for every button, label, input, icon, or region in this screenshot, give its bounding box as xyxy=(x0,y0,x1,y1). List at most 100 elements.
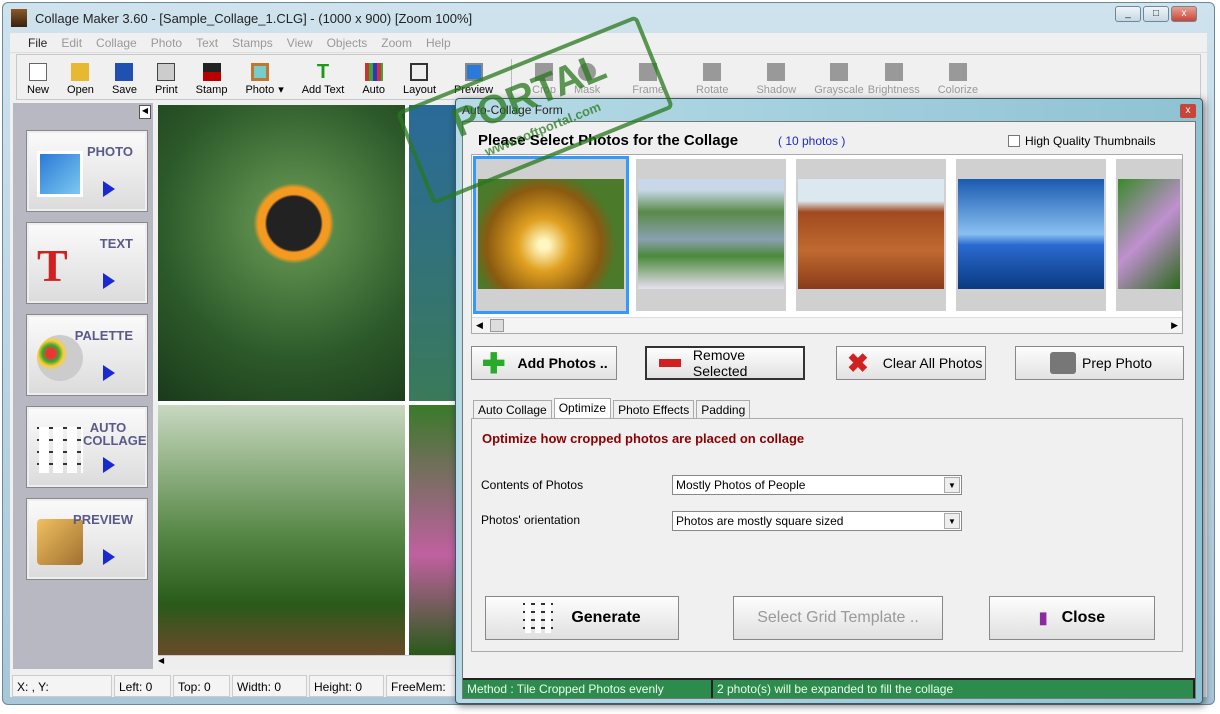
status-height: Height: 0 xyxy=(309,675,384,697)
canvas-horizontal-scrollbar[interactable]: ◀ xyxy=(158,655,458,669)
mask-button[interactable]: Mask xyxy=(574,63,600,99)
brightness-button[interactable]: Brightness xyxy=(868,63,920,99)
folder-icon xyxy=(71,63,90,81)
open-button[interactable]: Open xyxy=(67,63,94,99)
tab-optimize[interactable]: Optimize xyxy=(553,398,612,419)
layout-button[interactable]: Layout xyxy=(403,63,436,99)
floppy-icon xyxy=(115,63,134,81)
photo-dropdown[interactable]: ▾ xyxy=(278,83,284,99)
thumbnail-strip: ◀ ▶ xyxy=(471,154,1183,334)
auto-button[interactable]: Auto xyxy=(362,63,385,99)
dialog-close-button[interactable]: x xyxy=(1180,104,1196,118)
hq-thumbnails-checkbox[interactable]: High Quality Thumbnails xyxy=(1008,134,1156,148)
contents-select[interactable]: Mostly Photos of People ▼ xyxy=(672,475,962,495)
collapse-panel-button[interactable]: ◀ xyxy=(139,105,151,119)
dialog-status-bar: Method : Tile Cropped Photos evenly 2 ph… xyxy=(463,678,1195,698)
minus-icon xyxy=(659,359,681,367)
remove-selected-button[interactable]: Remove Selected xyxy=(645,346,805,380)
menu-help[interactable]: Help xyxy=(426,36,451,50)
generate-button[interactable]: Generate xyxy=(485,596,679,640)
grid-icon xyxy=(37,427,83,473)
thumbnail-autumn-tree[interactable] xyxy=(473,156,629,314)
picture-icon xyxy=(250,63,269,81)
grayscale-icon xyxy=(829,63,848,81)
collage-photo-toucan[interactable] xyxy=(158,105,405,401)
dropdown-arrow-icon: ▼ xyxy=(944,477,960,493)
frame-button[interactable]: Frame xyxy=(632,63,664,99)
text-panel-button[interactable]: T TEXT xyxy=(26,222,148,304)
title-bar: Collage Maker 3.60 - [Sample_Collage_1.C… xyxy=(3,3,1214,33)
close-button[interactable]: x xyxy=(1171,6,1197,22)
menu-bar: File Edit Collage Photo Text Stamps View… xyxy=(10,33,1207,53)
print-button[interactable]: Print xyxy=(155,63,178,99)
menu-text[interactable]: Text xyxy=(196,36,218,50)
photo-panel-button[interactable]: PHOTO xyxy=(26,130,148,212)
maximize-button[interactable]: □ xyxy=(1143,6,1169,22)
arrow-icon xyxy=(103,273,115,289)
menu-file[interactable]: File xyxy=(28,36,47,50)
rotate-button[interactable]: Rotate xyxy=(696,63,728,99)
photo-button[interactable]: Photo xyxy=(245,63,274,99)
mask-icon xyxy=(578,63,597,81)
prep-photo-button[interactable]: Prep Photo xyxy=(1015,346,1184,380)
close-dialog-button[interactable]: ▮ Close xyxy=(989,596,1155,640)
shadow-icon xyxy=(767,63,786,81)
rotate-icon xyxy=(703,63,722,81)
preview-panel-button[interactable]: PREVIEW xyxy=(26,498,148,580)
save-button[interactable]: Save xyxy=(112,63,137,99)
left-panel: ◀ PHOTO T TEXT PALETTE AUTO COLLAGE PREVI… xyxy=(13,103,153,669)
thumbnail-scrollbar[interactable]: ◀ ▶ xyxy=(472,317,1182,333)
status-xy: X: , Y: xyxy=(12,675,112,697)
collage-photo-forest[interactable] xyxy=(158,405,405,655)
shadow-button[interactable]: Shadow xyxy=(756,63,796,99)
status-width: Width: 0 xyxy=(232,675,307,697)
toolbar: New Open Save Print Stamp Photo ▾ T Add T… xyxy=(16,54,1201,100)
frame-icon xyxy=(639,63,658,81)
menu-zoom[interactable]: Zoom xyxy=(381,36,412,50)
menu-view[interactable]: View xyxy=(287,36,313,50)
orientation-select[interactable]: Photos are mostly square sized ▼ xyxy=(672,511,962,531)
text-t-icon: T xyxy=(37,240,68,291)
layout-icon xyxy=(410,63,429,81)
grayscale-button[interactable]: Grayscale xyxy=(814,63,864,99)
collage-photo-flowers[interactable] xyxy=(409,405,458,655)
collage-photo-turtle[interactable] xyxy=(409,105,458,401)
arrow-icon xyxy=(103,549,115,565)
status-freemem: FreeMem: xyxy=(386,675,466,697)
printer-icon xyxy=(157,63,176,81)
menu-stamps[interactable]: Stamps xyxy=(232,36,273,50)
thumbnail-stream-meadow[interactable] xyxy=(636,159,786,311)
thumbnail-flowers[interactable] xyxy=(1116,159,1182,311)
new-button[interactable]: New xyxy=(27,63,49,99)
add-text-button[interactable]: T Add Text xyxy=(302,62,345,99)
camera-icon xyxy=(1050,352,1076,374)
arrow-icon xyxy=(103,181,115,197)
stamp-icon xyxy=(202,63,221,81)
status-info: 2 photo(s) will be expanded to fill the … xyxy=(713,680,1195,698)
select-grid-template-button[interactable]: Select Grid Template .. xyxy=(733,596,943,640)
preview-button[interactable]: Preview xyxy=(454,63,493,99)
menu-edit[interactable]: Edit xyxy=(61,36,82,50)
dialog-heading: Please Select Photos for the Collage xyxy=(478,132,739,149)
palette-panel-button[interactable]: PALETTE xyxy=(26,314,148,396)
thumbnail-desert-buttes[interactable] xyxy=(796,159,946,311)
minimize-button[interactable]: _ xyxy=(1115,6,1141,22)
auto-collage-panel-button[interactable]: AUTO COLLAGE xyxy=(26,406,148,488)
grid-icon xyxy=(523,603,554,633)
menu-objects[interactable]: Objects xyxy=(327,36,368,50)
menu-photo[interactable]: Photo xyxy=(151,36,182,50)
auto-collage-dialog: Auto-Collage Form x Please Select Photos… xyxy=(455,98,1203,704)
clear-all-photos-button[interactable]: ✖ Clear All Photos xyxy=(836,346,986,380)
crop-button[interactable]: Crop xyxy=(532,63,556,99)
dialog-title: Auto-Collage Form xyxy=(462,103,563,117)
door-icon: ▮ xyxy=(1038,610,1048,627)
stamp-button[interactable]: Stamp xyxy=(196,63,227,99)
checkbox[interactable] xyxy=(1008,135,1020,147)
dropdown-arrow-icon: ▼ xyxy=(944,513,960,529)
optimize-title: Optimize how cropped photos are placed o… xyxy=(482,431,805,446)
add-photos-button[interactable]: ✚ Add Photos .. xyxy=(471,346,617,380)
colorize-button[interactable]: Colorize xyxy=(938,63,978,99)
menu-collage[interactable]: Collage xyxy=(96,36,137,50)
collage-canvas[interactable]: ◀ xyxy=(158,105,458,669)
thumbnail-pier-sky[interactable] xyxy=(956,159,1106,311)
